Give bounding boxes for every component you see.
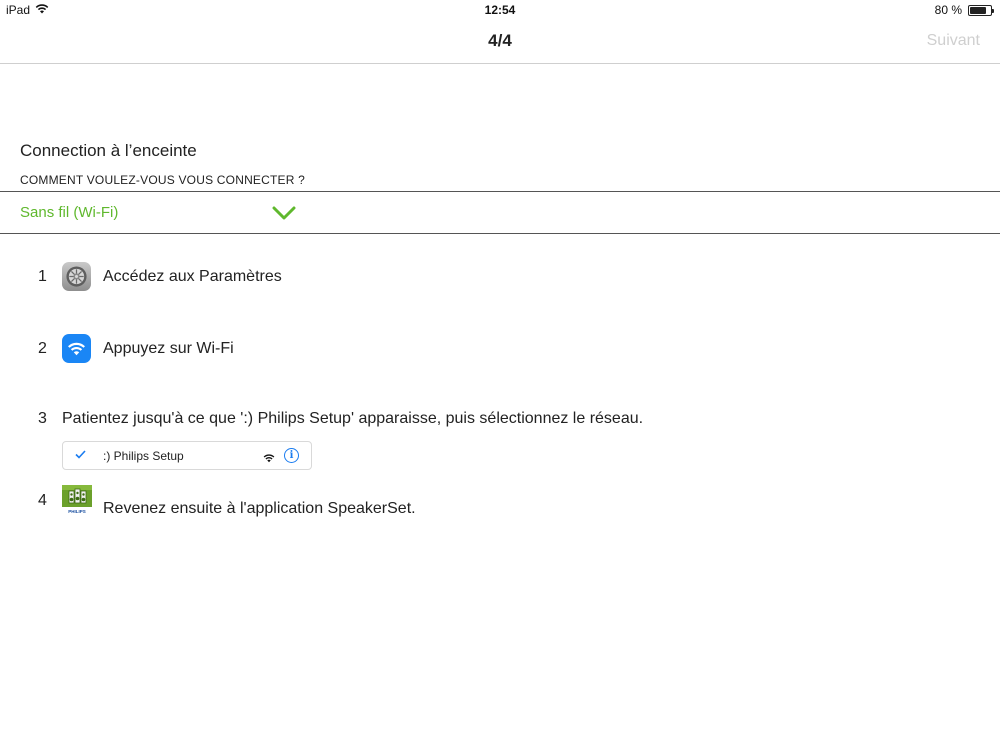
chevron-down-icon [272,205,296,226]
battery-fill [970,6,986,14]
battery-icon [968,4,994,16]
status-bar: iPad 12:54 80 % [0,0,1000,20]
step-1-number: 1 [38,268,47,285]
battery-percent: 80 % [934,3,962,17]
connection-type-value: Sans fil (Wi-Fi) [20,204,119,221]
connection-type-select[interactable]: Sans fil (Wi-Fi) [0,191,1000,234]
step-3-number: 3 [38,410,47,427]
step-4-number: 4 [38,492,47,509]
wifi-icon [62,334,91,363]
status-time: 12:54 [484,3,516,17]
info-icon: i [284,448,299,463]
step-1-text: Accédez aux Paramètres [103,268,282,285]
section-title: Connection à l’enceinte [20,141,197,160]
step-2-text: Appuyez sur Wi-Fi [103,340,234,357]
philips-logo-text: PHILIPS [68,509,86,514]
speakerset-app-icon: PHILIPS [62,485,92,515]
settings-icon [62,262,91,291]
step-4-text: Revenez ensuite à l'application SpeakerS… [103,500,416,517]
wifi-network-example: :) Philips Setup i [62,441,312,470]
step-3-text: Patientez jusqu'à ce que ':) Philips Set… [62,410,644,427]
checkmark-icon [75,448,86,462]
wifi-network-name: :) Philips Setup [103,449,184,463]
page-title: 4/4 [488,31,512,50]
navigation-bar: 4/4 Suivant [0,20,1000,64]
section-subtitle: COMMENT VOULEZ-VOUS VOUS CONNECTER ? [20,173,306,187]
step-2-number: 2 [38,340,47,357]
wifi-signal-icon [263,450,275,468]
status-right: 80 % [934,3,994,17]
next-button[interactable]: Suivant [927,32,980,50]
